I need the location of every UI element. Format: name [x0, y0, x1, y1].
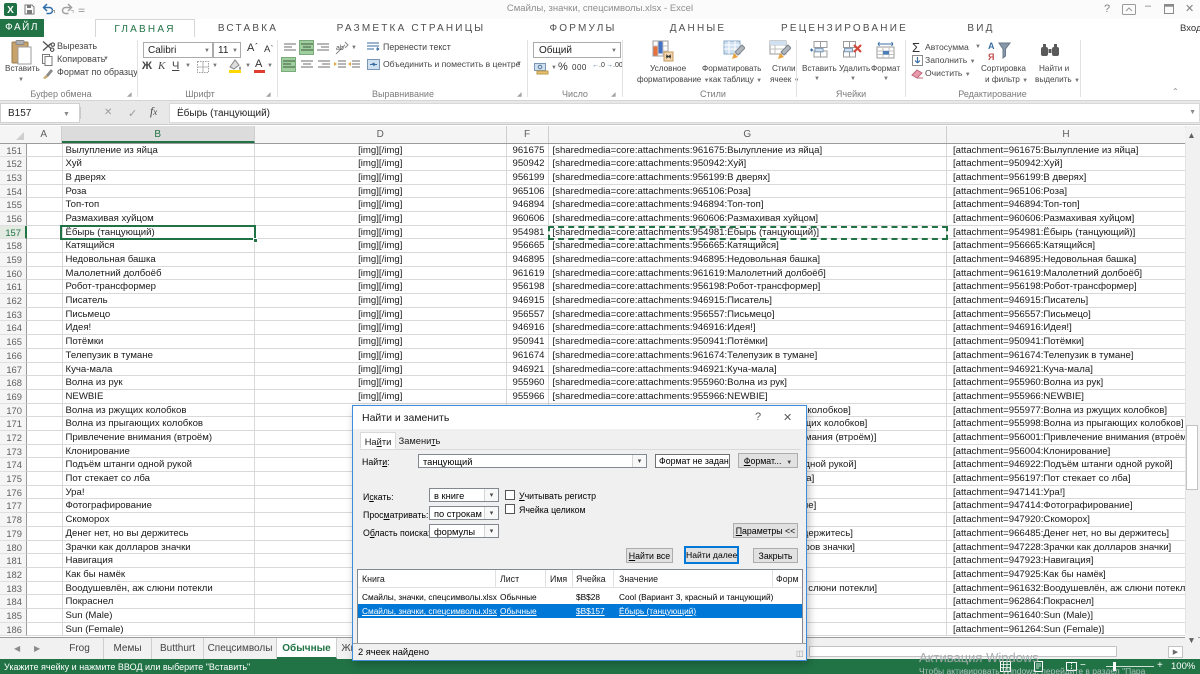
- svg-text:А: А: [988, 41, 995, 51]
- svg-text:Я: Я: [988, 52, 994, 62]
- svg-text:ab: ab: [336, 45, 344, 52]
